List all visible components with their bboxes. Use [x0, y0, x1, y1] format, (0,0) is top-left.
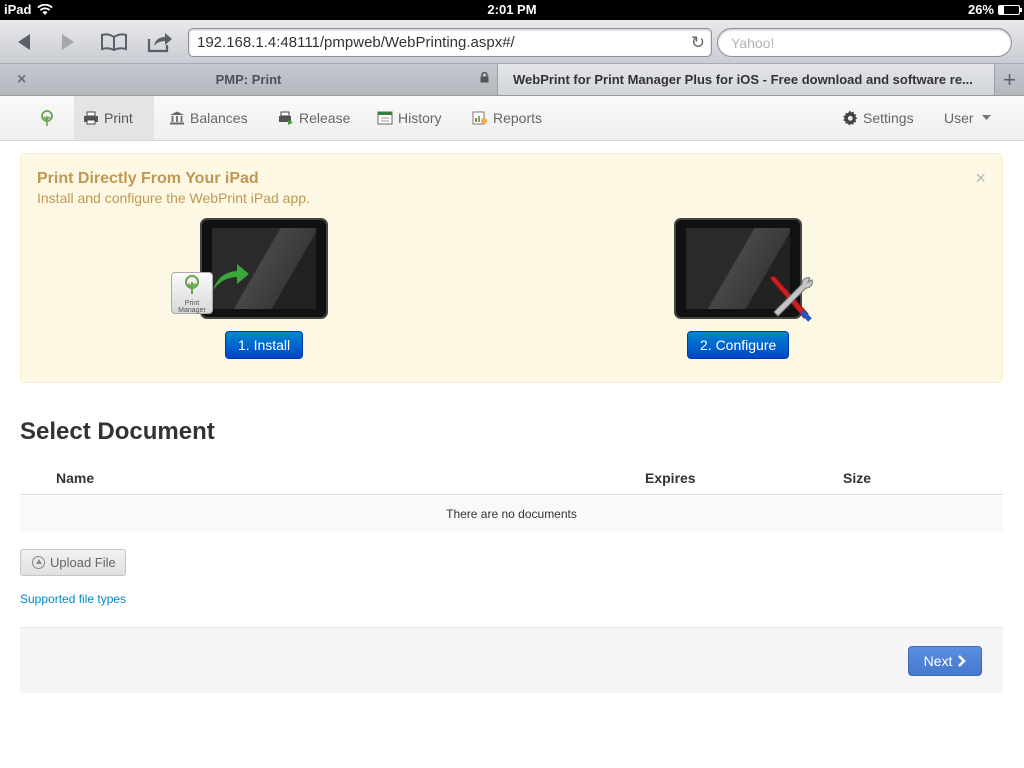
- section-title: Select Document: [20, 418, 215, 445]
- nav-history[interactable]: History: [368, 96, 451, 140]
- nav-label: Settings: [863, 110, 914, 126]
- url-text: 192.168.1.4:48111/pmpweb/WebPrinting.asp…: [197, 34, 515, 51]
- nav-label: User: [944, 110, 974, 126]
- browser-tabs: × PMP: Print WebPrint for Print Manager …: [0, 64, 1024, 96]
- configure-button[interactable]: 2. Configure: [687, 331, 790, 359]
- battery-percent: 26%: [967, 2, 994, 17]
- app-navbar: Print Balances Release History Reports S…: [0, 96, 1024, 141]
- clock: 2:01 PM: [487, 2, 537, 17]
- supported-file-types-link[interactable]: Supported file types: [20, 592, 126, 606]
- nav-settings[interactable]: Settings: [833, 96, 923, 140]
- upload-icon: [32, 556, 45, 569]
- ipad-app-alert: Print Directly From Your iPad Install an…: [20, 153, 1003, 383]
- nav-print[interactable]: Print: [74, 96, 154, 140]
- arrow-icon: [213, 264, 249, 290]
- home-logo-icon[interactable]: [28, 96, 66, 140]
- alert-title: Print Directly From Your iPad: [37, 170, 259, 187]
- tools-icon: [769, 275, 813, 322]
- lock-icon: [480, 72, 489, 83]
- divider: [20, 494, 1003, 495]
- form-footer: Next: [20, 627, 1003, 693]
- next-button[interactable]: Next: [908, 646, 982, 676]
- column-header-size[interactable]: Size: [843, 470, 871, 486]
- bookmarks-icon[interactable]: [98, 28, 130, 56]
- tab-title: PMP: Print: [215, 72, 282, 87]
- reload-icon[interactable]: ↻: [691, 33, 705, 53]
- alert-close-icon[interactable]: ×: [975, 168, 986, 189]
- url-field[interactable]: 192.168.1.4:48111/pmpweb/WebPrinting.asp…: [188, 28, 712, 57]
- nav-label: Balances: [190, 110, 248, 126]
- next-label: Next: [923, 653, 953, 669]
- alert-subtitle: Install and configure the WebPrint iPad …: [37, 190, 310, 206]
- tab-title: WebPrint for Print Manager Plus for iOS …: [513, 72, 973, 87]
- nav-user-dropdown[interactable]: User: [935, 96, 1000, 140]
- share-icon[interactable]: [144, 28, 176, 56]
- release-icon: [279, 111, 293, 125]
- nav-label: Reports: [493, 110, 543, 126]
- badge-text: Print Manager: [178, 300, 206, 314]
- print-manager-badge-icon: Print Manager: [171, 272, 213, 314]
- upload-file-button[interactable]: Upload File: [20, 549, 126, 576]
- forward-icon[interactable]: [52, 28, 84, 56]
- upload-label: Upload File: [50, 555, 116, 570]
- back-icon[interactable]: [8, 28, 40, 56]
- printer-icon: [84, 111, 98, 125]
- install-button[interactable]: 1. Install: [225, 331, 304, 359]
- search-input[interactable]: Yahoo!: [717, 28, 1012, 57]
- calendar-icon: [377, 111, 393, 125]
- column-header-expires[interactable]: Expires: [645, 470, 696, 486]
- tab-pmp-print[interactable]: × PMP: Print: [0, 64, 498, 95]
- bank-icon: [170, 111, 184, 125]
- battery-icon: [998, 4, 1022, 15]
- tab-webprint[interactable]: WebPrint for Print Manager Plus for iOS …: [498, 64, 994, 95]
- browser-toolbar: 192.168.1.4:48111/pmpweb/WebPrinting.asp…: [0, 20, 1024, 64]
- new-tab-button[interactable]: +: [994, 64, 1024, 95]
- chevron-right-icon: [958, 655, 967, 667]
- search-placeholder: Yahoo!: [731, 35, 775, 51]
- column-header-name[interactable]: Name: [56, 470, 94, 486]
- caret-down-icon: [981, 115, 991, 120]
- empty-message: There are no documents: [20, 496, 1003, 532]
- nav-label: Release: [299, 110, 351, 126]
- nav-balances[interactable]: Balances: [160, 96, 257, 140]
- nav-label: History: [398, 110, 442, 126]
- nav-reports[interactable]: Reports: [463, 96, 551, 140]
- status-bar: iPad 2:01 PM 26%: [0, 0, 1024, 20]
- nav-release[interactable]: Release: [269, 96, 359, 140]
- nav-label: Print: [104, 110, 133, 126]
- gear-icon: [843, 110, 858, 126]
- report-icon: [472, 111, 487, 125]
